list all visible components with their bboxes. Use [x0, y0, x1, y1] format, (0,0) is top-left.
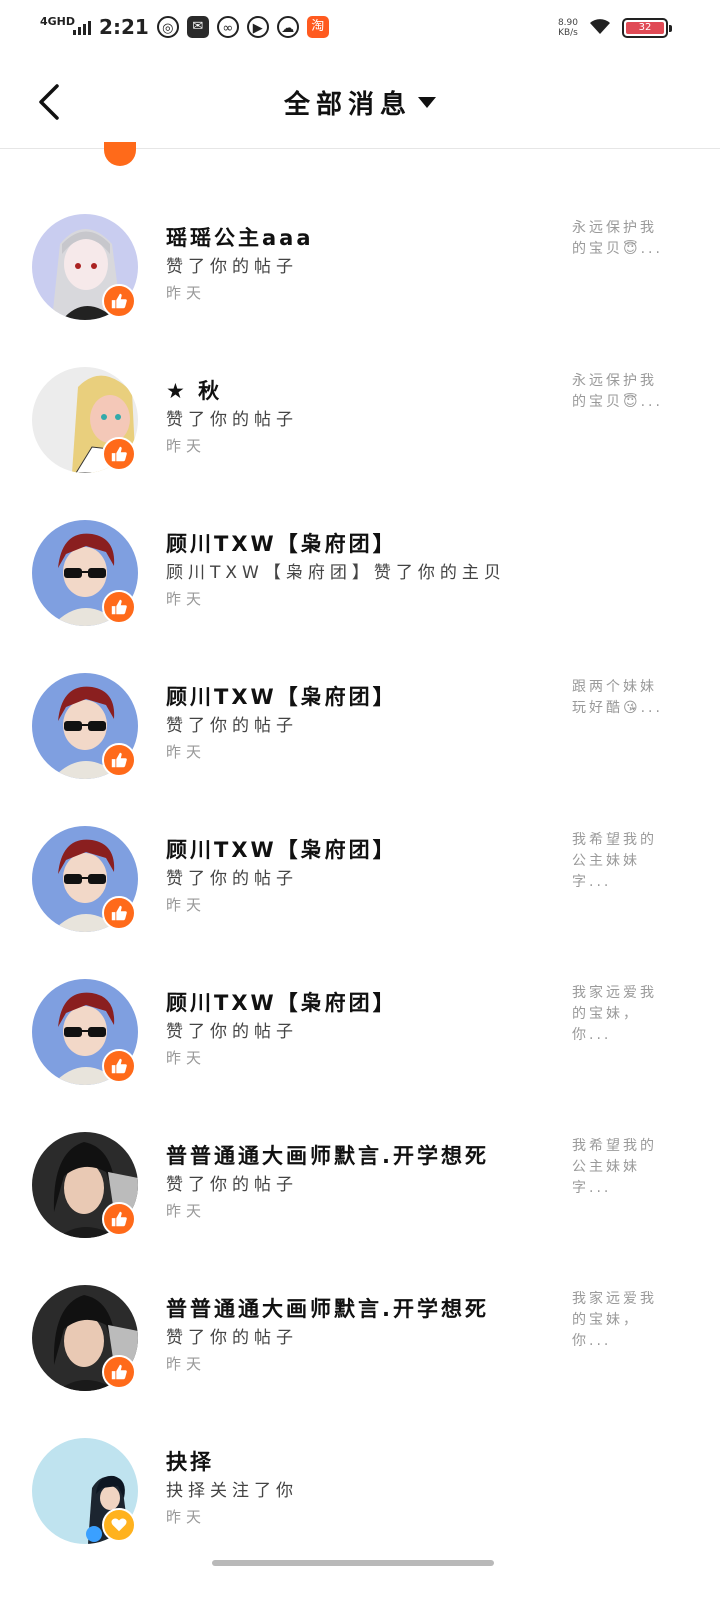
play-icon: ▶	[246, 16, 269, 38]
thumbs-up-icon	[111, 1364, 127, 1380]
timestamp: 昨天	[166, 437, 207, 455]
timestamp: 昨天	[166, 1049, 207, 1067]
action-text: 赞了你的帖子	[166, 257, 298, 277]
timestamp: 昨天	[166, 1202, 207, 1220]
sender-name[interactable]: ★ 秋	[166, 375, 222, 405]
netease-icon: ◎	[156, 16, 179, 38]
message-item[interactable]: 普普通通大画师默言.开学想死 赞了你的帖子 昨天 我希望我的公主妹妹字...	[0, 1132, 720, 1285]
home-indicator[interactable]	[212, 1560, 494, 1566]
timestamp: 昨天	[166, 1508, 207, 1526]
thumbs-up-icon	[111, 752, 127, 768]
action-text: 赞了你的帖子	[166, 410, 298, 430]
sender-name[interactable]: 顾川TXW【枭府团】	[166, 681, 397, 711]
action-text: 赞了你的帖子	[166, 716, 298, 736]
action-text: 赞了你的帖子	[166, 869, 298, 889]
message-item[interactable]: 瑶瑶公主aaa 赞了你的帖子 昨天 永远保护我的宝贝😇...	[0, 214, 720, 367]
action-text: 抉择关注了你	[166, 1481, 298, 1501]
thumbs-up-icon	[111, 599, 127, 615]
sender-name[interactable]: 抉择	[166, 1446, 214, 1476]
like-badge	[102, 896, 136, 930]
nav-bar: 全部消息	[0, 56, 720, 149]
taobao-icon: 淘	[306, 16, 329, 38]
sender-name[interactable]: 顾川TXW【枭府团】	[166, 528, 397, 558]
status-bar: 4GHD 2:21 ◎ ✉ ∞ ▶ ☁ 淘 8.90 KB/s 32	[0, 0, 720, 56]
sender-name[interactable]: 顾川TXW【枭府团】	[166, 987, 397, 1017]
action-text: 赞了你的帖子	[166, 1328, 298, 1348]
like-badge	[102, 1355, 136, 1389]
like-badge	[102, 743, 136, 777]
timestamp: 昨天	[166, 743, 207, 761]
mail-icon: ✉	[186, 16, 209, 38]
signal-icon	[73, 19, 92, 35]
timestamp: 昨天	[166, 1355, 207, 1373]
sender-name[interactable]: 瑶瑶公主aaa	[166, 222, 314, 252]
link-icon: ∞	[216, 16, 239, 38]
post-preview[interactable]: 永远保护我的宝贝😇...	[572, 218, 668, 260]
thumbs-up-icon	[111, 905, 127, 921]
wifi-icon	[588, 16, 612, 41]
message-item[interactable]: ★ 秋 赞了你的帖子 昨天 永远保护我的宝贝😇...	[0, 367, 720, 520]
net-speed: 8.90 KB/s	[557, 18, 578, 38]
network-type: 4GHD	[40, 14, 76, 28]
message-item[interactable]: 普普通通大画师默言.开学想死 赞了你的帖子 昨天 我家远爱我的宝妹，你...	[0, 1285, 720, 1438]
like-badge-icon	[104, 142, 136, 166]
message-item[interactable]: 顾川TXW【枭府团】 赞了你的帖子 昨天 跟两个妹妹玩好酷😘...	[0, 673, 720, 826]
post-preview[interactable]: 永远保护我的宝贝😇...	[572, 371, 668, 413]
message-item[interactable]: 顾川TXW【枭府团】 顾川TXW【枭府团】赞了你的主贝 昨天	[0, 520, 720, 673]
thumbs-up-icon	[111, 446, 127, 462]
timestamp: 昨天	[166, 896, 207, 914]
caret-down-icon	[418, 97, 436, 108]
sender-name[interactable]: 顾川TXW【枭府团】	[166, 834, 397, 864]
status-right: 8.90 KB/s 32	[557, 14, 672, 42]
sender-name[interactable]: 普普通通大画师默言.开学想死	[166, 1293, 489, 1323]
heart-icon	[111, 1518, 127, 1532]
message-item[interactable]: 顾川TXW【枭府团】 赞了你的帖子 昨天 我希望我的公主妹妹字...	[0, 826, 720, 979]
post-preview[interactable]: 我希望我的公主妹妹字...	[572, 830, 668, 893]
post-preview[interactable]: 跟两个妹妹玩好酷😘...	[572, 677, 668, 719]
thumbs-up-icon	[111, 1211, 127, 1227]
message-filter-dropdown[interactable]: 全部消息	[0, 84, 720, 121]
like-badge	[102, 437, 136, 471]
like-badge	[102, 284, 136, 318]
post-preview[interactable]: 我家远爱我的宝妹，你...	[572, 983, 668, 1046]
like-badge	[102, 1049, 136, 1083]
like-badge	[102, 590, 136, 624]
status-left: 4GHD 2:21 ◎ ✉ ∞ ▶ ☁ 淘	[40, 12, 329, 42]
thumbs-up-icon	[111, 293, 127, 309]
follow-badge	[102, 1508, 136, 1542]
timestamp: 昨天	[166, 590, 207, 608]
action-text: 赞了你的帖子	[166, 1175, 298, 1195]
page-title: 全部消息	[283, 90, 412, 120]
like-badge	[102, 1202, 136, 1236]
battery-level: 32	[626, 22, 664, 34]
timestamp: 昨天	[166, 284, 207, 302]
action-text: 赞了你的帖子	[166, 1022, 298, 1042]
action-text: 顾川TXW【枭府团】赞了你的主贝	[166, 563, 506, 583]
sender-name[interactable]: 普普通通大画师默言.开学想死	[166, 1140, 489, 1170]
message-item[interactable]: 抉择 抉择关注了你 昨天	[0, 1438, 720, 1591]
battery-icon: 32	[622, 18, 672, 38]
post-preview[interactable]: 我家远爱我的宝妹，你...	[572, 1289, 668, 1352]
thumbs-up-icon	[111, 1058, 127, 1074]
post-preview[interactable]: 我希望我的公主妹妹字...	[572, 1136, 668, 1199]
wechat-icon: ☁	[276, 16, 299, 38]
clock: 2:21	[99, 15, 149, 39]
message-item[interactable]: 顾川TXW【枭府团】 赞了你的帖子 昨天 我家远爱我的宝妹，你...	[0, 979, 720, 1132]
